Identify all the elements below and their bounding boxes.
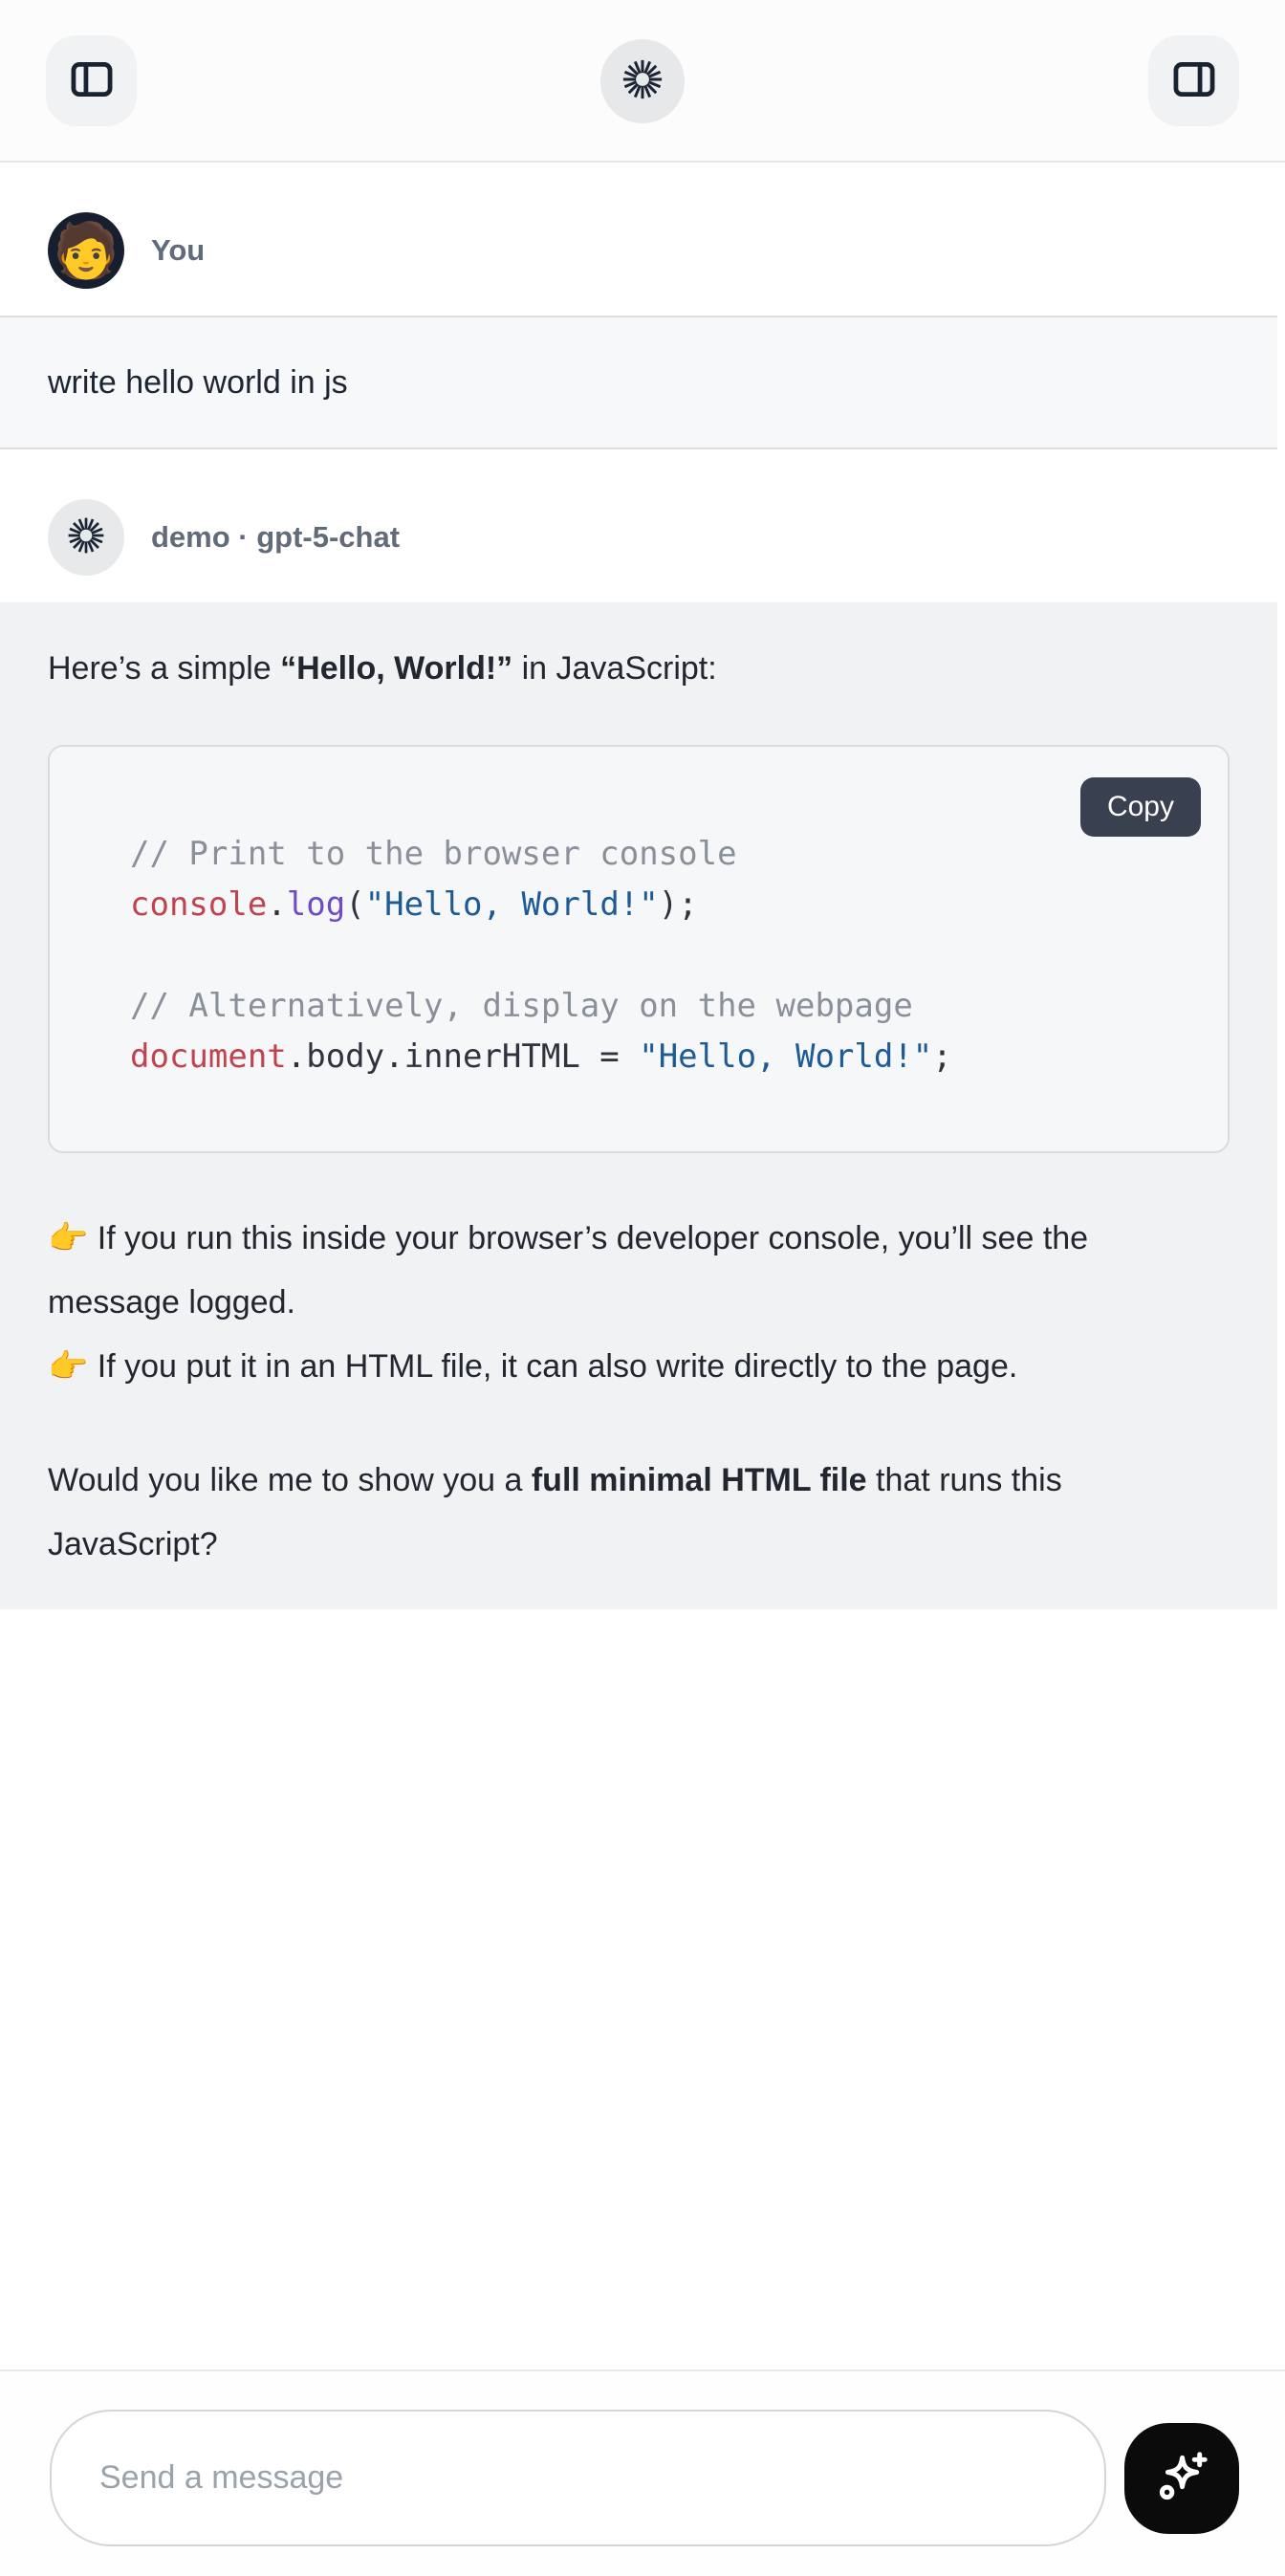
app-logo-badge: [600, 39, 685, 123]
sidebar-left-toggle-button[interactable]: [46, 35, 137, 126]
composer-bar: [0, 2369, 1285, 2576]
user-author-row: 🧑 You: [0, 212, 1285, 289]
sidebar-left-toggle-icon: [67, 55, 117, 107]
person-emoji-icon: 🧑: [53, 224, 120, 277]
assistant-message-bubble: Here’s a simple “Hello, World!” in JavaS…: [0, 602, 1277, 1609]
user-avatar: 🧑: [48, 212, 124, 289]
user-author-name: You: [151, 233, 205, 268]
sidebar-right-toggle-icon: [1169, 55, 1219, 107]
starburst-logo-icon: [621, 57, 664, 106]
user-message-bubble: write hello world in js: [0, 316, 1277, 449]
assistant-avatar: [48, 499, 124, 576]
sidebar-right-toggle-button[interactable]: [1148, 35, 1239, 126]
assistant-question-text: Would you like me to show you a full min…: [48, 1449, 1176, 1577]
message-list: 🧑 You write hello world in js: [0, 163, 1285, 1609]
code-block: Copy // Print to the browser console con…: [48, 745, 1230, 1153]
assistant-tips-text: 👉 If you run this inside your browser’s …: [48, 1207, 1176, 1399]
user-message-text: write hello world in js: [48, 364, 348, 402]
message-input[interactable]: [50, 2410, 1106, 2546]
assistant-author-name: demo · gpt-5-chat: [151, 520, 400, 555]
top-bar: [0, 0, 1285, 163]
copy-code-button[interactable]: Copy: [1080, 777, 1201, 837]
assistant-intro-text: Here’s a simple “Hello, World!” in JavaS…: [48, 637, 1176, 701]
sparkle-plus-icon: [1150, 2446, 1213, 2512]
chat-app-screen: 🧑 You write hello world in js: [0, 0, 1285, 2576]
assistant-author-row: demo · gpt-5-chat: [0, 499, 1285, 576]
send-button[interactable]: [1124, 2423, 1239, 2534]
starburst-logo-icon: [66, 515, 106, 560]
code-content: // Print to the browser console console.…: [50, 747, 1228, 1151]
